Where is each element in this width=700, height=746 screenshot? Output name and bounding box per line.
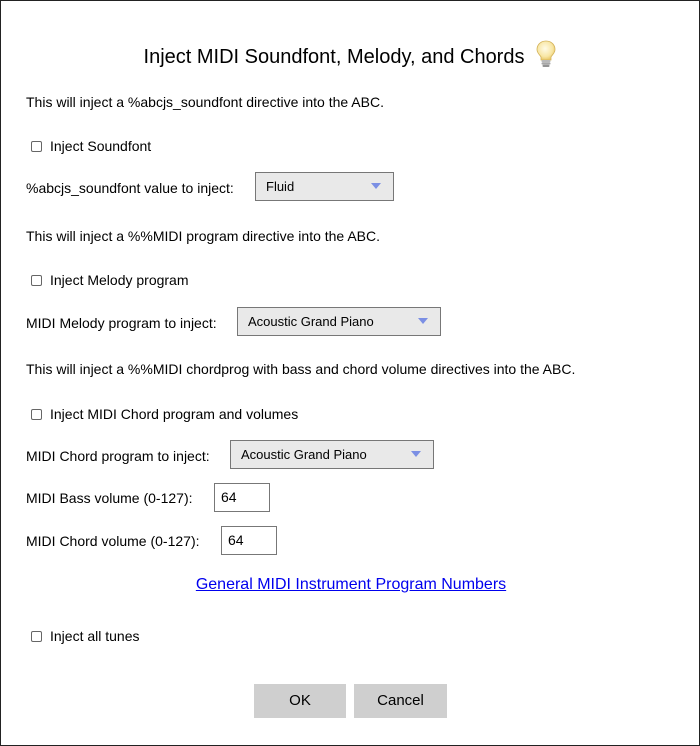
melody-select-label: MIDI Melody program to inject: (26, 315, 217, 331)
inject-all-tunes-checkbox-row[interactable]: Inject all tunes (31, 627, 140, 645)
gm-program-numbers-link[interactable]: General MIDI Instrument Program Numbers (1, 575, 700, 595)
inject-soundfont-checkbox-row[interactable]: Inject Soundfont (31, 137, 151, 155)
chords-description: This will inject a %%MIDI chordprog with… (26, 361, 576, 377)
chevron-down-icon (371, 183, 381, 189)
soundfont-select-value: Fluid (266, 179, 295, 194)
inject-melody-checkbox[interactable] (31, 274, 42, 286)
inject-chords-checkbox-row[interactable]: Inject MIDI Chord program and volumes (31, 405, 298, 423)
melody-select[interactable]: Acoustic Grand Piano (237, 307, 441, 336)
inject-midi-dialog: Inject MIDI Soundfont, Melody, and Chord… (0, 0, 700, 746)
bass-volume-input[interactable]: 64 (214, 483, 270, 512)
inject-soundfont-checkbox[interactable] (31, 140, 42, 152)
dialog-title: Inject MIDI Soundfont, Melody, and Chord… (1, 39, 700, 70)
chord-volume-label: MIDI Chord volume (0-127): (26, 533, 200, 549)
inject-chords-label: Inject MIDI Chord program and volumes (50, 406, 299, 422)
chord-select-value: Acoustic Grand Piano (241, 447, 367, 462)
inject-melody-label: Inject Melody program (50, 272, 189, 288)
chord-select[interactable]: Acoustic Grand Piano (230, 440, 434, 469)
cancel-button[interactable]: Cancel (354, 684, 447, 718)
inject-all-tunes-label: Inject all tunes (50, 628, 140, 644)
chevron-down-icon (411, 451, 421, 457)
soundfont-select-label: %abcjs_soundfont value to inject: (26, 180, 234, 196)
melody-description: This will inject a %%MIDI program direct… (26, 228, 381, 244)
melody-select-value: Acoustic Grand Piano (248, 314, 374, 329)
chord-select-label: MIDI Chord program to inject: (26, 448, 210, 464)
dialog-title-text: Inject MIDI Soundfont, Melody, and Chord… (143, 46, 525, 68)
inject-chords-checkbox[interactable] (31, 408, 42, 420)
lightbulb-icon[interactable] (534, 39, 558, 69)
inject-melody-checkbox-row[interactable]: Inject Melody program (31, 271, 189, 289)
chevron-down-icon (418, 318, 428, 324)
soundfont-select[interactable]: Fluid (255, 172, 394, 201)
bass-volume-label: MIDI Bass volume (0-127): (26, 490, 193, 506)
soundfont-description: This will inject a %abcjs_soundfont dire… (26, 94, 384, 110)
inject-all-tunes-checkbox[interactable] (31, 630, 42, 642)
ok-button[interactable]: OK (254, 684, 346, 718)
chord-volume-input[interactable]: 64 (221, 526, 277, 555)
inject-soundfont-label: Inject Soundfont (50, 138, 152, 154)
